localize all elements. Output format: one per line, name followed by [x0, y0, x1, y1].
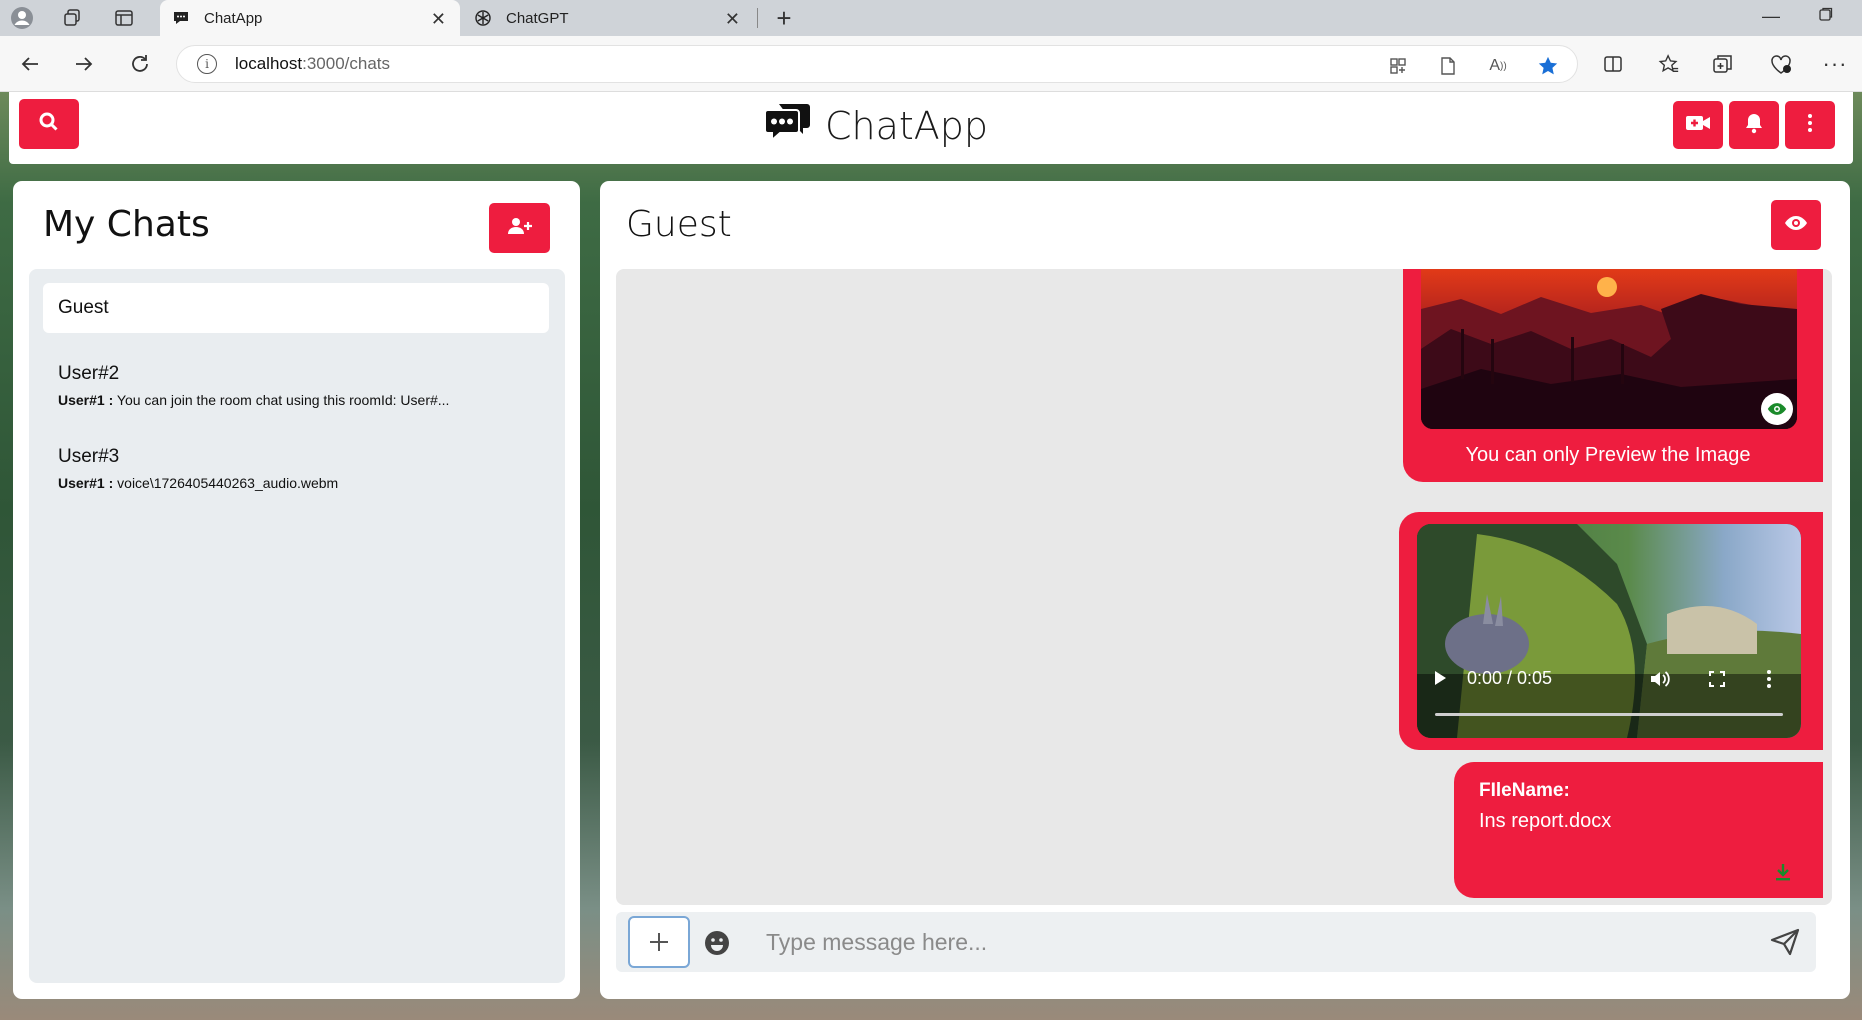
reading-view-icon[interactable] — [1437, 55, 1459, 77]
play-icon[interactable] — [1433, 670, 1447, 686]
brand-title: ChatApp — [825, 104, 989, 148]
video-call-button[interactable] — [1673, 101, 1723, 149]
message-composer — [616, 912, 1816, 972]
preview-eye-icon[interactable] — [1761, 393, 1793, 425]
video-time: 0:00 / 0:05 — [1467, 668, 1553, 688]
emoji-icon[interactable] — [704, 930, 730, 961]
more-options-button[interactable] — [1785, 101, 1835, 149]
bell-icon — [1744, 112, 1764, 139]
volume-icon[interactable] — [1649, 669, 1671, 689]
notifications-button[interactable] — [1729, 101, 1779, 149]
favorite-star-icon[interactable] — [1537, 55, 1559, 77]
chat-item-user2[interactable]: User#2 User#1 : You can join the room ch… — [43, 349, 549, 425]
eye-icon — [1784, 215, 1808, 236]
chat-item-preview: User#1 : voice\1726405440263_audio.webm — [58, 475, 534, 491]
video-more-icon[interactable] — [1766, 669, 1772, 689]
file-name: Ins report.docx — [1479, 810, 1612, 832]
search-icon — [38, 111, 60, 138]
url-host: localhost — [235, 54, 303, 73]
video-camera-plus-icon — [1685, 113, 1711, 138]
vertical-dots-icon — [1807, 113, 1813, 138]
chat-item-name: Guest — [58, 297, 109, 318]
view-profile-button[interactable] — [1771, 200, 1821, 250]
read-aloud-icon[interactable]: A)) — [1487, 55, 1509, 77]
brand-logo: ChatApp — [764, 100, 989, 152]
close-tab-icon[interactable]: ✕ — [431, 9, 446, 30]
settings-more-icon[interactable]: ··· — [1820, 49, 1850, 79]
chat-title: Guest — [626, 204, 732, 245]
collections-icon[interactable] — [1708, 49, 1738, 79]
fullscreen-icon[interactable] — [1708, 670, 1726, 688]
browser-essentials-icon[interactable] — [1766, 49, 1796, 79]
reload-icon[interactable] — [126, 50, 154, 78]
chat-item-name: User#2 — [58, 363, 120, 384]
plus-icon — [650, 933, 668, 951]
send-button[interactable] — [1770, 928, 1800, 961]
message-input[interactable] — [766, 920, 1746, 964]
chat-favicon-icon — [172, 9, 190, 27]
close-tab-icon[interactable]: ✕ — [725, 9, 740, 30]
back-icon[interactable] — [16, 50, 44, 78]
add-group-button[interactable] — [489, 203, 550, 253]
browser-address-bar: i localhost:3000/chats A)) ··· — [0, 36, 1862, 92]
forward-icon[interactable] — [70, 50, 98, 78]
apps-icon[interactable] — [1387, 55, 1409, 77]
restore-icon[interactable] — [1818, 6, 1834, 27]
video-message-bubble: 0:00 / 0:05 — [1399, 512, 1823, 750]
favorites-icon[interactable] — [1654, 49, 1684, 79]
search-button[interactable] — [19, 99, 79, 149]
chat-item-guest[interactable]: Guest — [43, 283, 549, 333]
minimize-icon[interactable]: — — [1762, 6, 1780, 27]
preview-sender: User#1 : — [58, 392, 114, 408]
tab-divider — [757, 8, 758, 28]
preview-sender: User#1 : — [58, 475, 114, 491]
messages-area: You can only Preview the Image 0:00 / 0:… — [616, 269, 1832, 905]
vertical-tabs-icon[interactable] — [110, 4, 138, 32]
tab-chatgpt[interactable]: ChatGPT ✕ — [462, 0, 754, 36]
preview-text: voice\1726405440263_audio.webm — [113, 475, 339, 491]
chat-list: Guest User#2 User#1 : You can join the r… — [29, 269, 565, 983]
browser-tab-bar: ChatApp ✕ ChatGPT ✕ + — — [0, 0, 1862, 36]
add-user-icon — [507, 217, 532, 240]
split-screen-icon[interactable] — [1598, 49, 1628, 79]
my-chats-title: My Chats — [43, 204, 210, 245]
image-caption: You can only Preview the Image — [1465, 444, 1751, 466]
download-icon[interactable] — [1774, 862, 1792, 887]
send-icon — [1770, 928, 1800, 956]
tab-title: ChatGPT — [506, 9, 569, 27]
profile-icon[interactable] — [8, 4, 36, 32]
chat-item-preview: User#1 : You can join the room chat usin… — [58, 392, 534, 408]
url-bar[interactable]: i localhost:3000/chats A)) — [176, 45, 1578, 83]
chat-item-user3[interactable]: User#3 User#1 : voice\1726405440263_audi… — [43, 432, 549, 508]
tab-title: ChatApp — [204, 9, 263, 27]
workspaces-icon[interactable] — [58, 4, 86, 32]
chatgpt-favicon-icon — [474, 9, 492, 27]
file-label: FIleName: — [1479, 780, 1570, 801]
new-tab-icon[interactable]: + — [770, 3, 798, 33]
file-message-bubble: FIleName: Ins report.docx — [1454, 762, 1823, 898]
preview-text: You can join the room chat using this ro… — [113, 392, 450, 408]
site-info-icon[interactable]: i — [197, 54, 217, 74]
chat-item-name: User#3 — [58, 446, 120, 467]
tab-chatapp[interactable]: ChatApp ✕ — [160, 0, 460, 36]
image-message-bubble: You can only Preview the Image — [1403, 269, 1823, 482]
image-preview[interactable] — [1421, 269, 1797, 429]
attach-button[interactable] — [628, 916, 690, 968]
chat-logo-icon — [764, 102, 811, 151]
video-player[interactable]: 0:00 / 0:05 — [1417, 524, 1801, 738]
url-path: :3000/chats — [302, 54, 391, 73]
